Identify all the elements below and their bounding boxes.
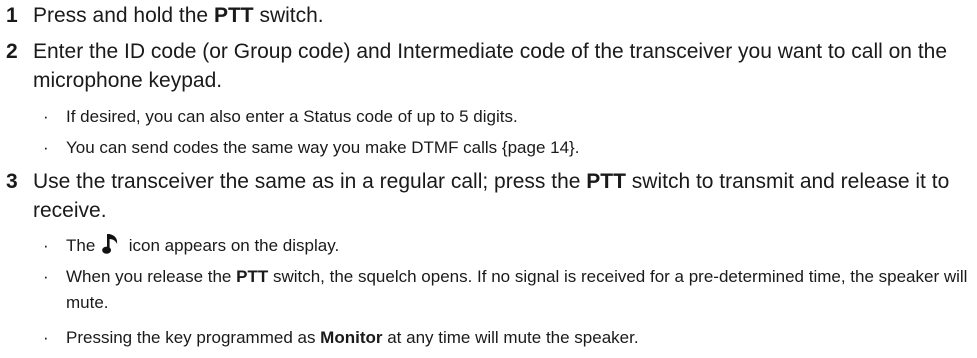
bullet-text: You can send codes the same way you make… bbox=[66, 138, 580, 157]
bullet-dot: · bbox=[43, 328, 49, 347]
bullet-text-part: The bbox=[66, 236, 101, 255]
step-text: Press and hold the PTT switch. bbox=[33, 1, 968, 30]
step-text-part: switch. bbox=[253, 4, 324, 27]
bullet-text-part: Pressing the key programmed as bbox=[66, 328, 321, 347]
instruction-page: 1 Press and hold the PTT switch. 2 Enter… bbox=[0, 0, 977, 358]
bullet-text: When you release the PTT switch, the squ… bbox=[66, 264, 976, 316]
bullet-dot: · bbox=[43, 138, 49, 157]
bullet-dot: · bbox=[43, 236, 49, 255]
bullet-text: If desired, you can also enter a Status … bbox=[66, 107, 518, 126]
ptt-term: PTT bbox=[586, 170, 626, 193]
bullet-text: Pressing the key programmed as Monitor a… bbox=[66, 325, 976, 351]
step-number: 2 bbox=[6, 40, 18, 63]
step-text-part: Press and hold the bbox=[33, 4, 214, 27]
ptt-term: PTT bbox=[213, 4, 254, 27]
bullet-text-part: When you release the bbox=[66, 267, 237, 286]
bullet-dot: · bbox=[43, 267, 49, 286]
ptt-term: PTT bbox=[236, 267, 269, 286]
bullet-dot: · bbox=[43, 107, 49, 126]
monitor-term: Monitor bbox=[320, 328, 383, 347]
step-text: Use the transceiver the same as in a reg… bbox=[33, 167, 968, 225]
bullet-text: The icon appears on the display. bbox=[66, 233, 976, 259]
step-text: Enter the ID code (or Group code) and In… bbox=[33, 40, 948, 92]
step-text-part: Use the transceiver the same as in a reg… bbox=[33, 170, 587, 193]
music-note-icon bbox=[102, 233, 122, 255]
bullet-text-part: at any time will mute the speaker. bbox=[382, 328, 639, 347]
step-number: 3 bbox=[6, 170, 18, 193]
bullet-text-part: icon appears on the display. bbox=[124, 236, 340, 255]
step-number: 1 bbox=[6, 4, 18, 27]
